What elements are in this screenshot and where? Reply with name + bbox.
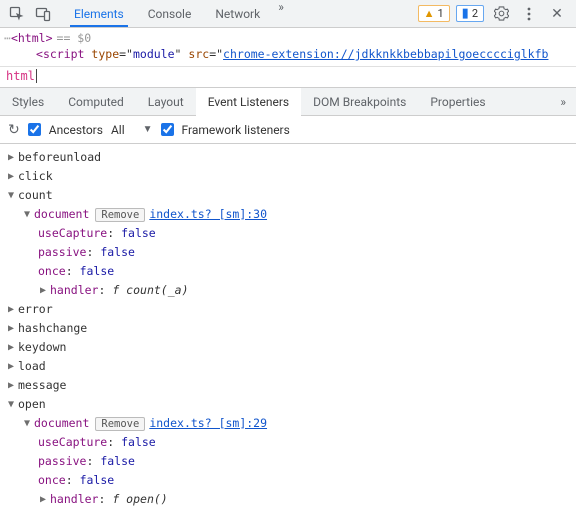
ellipsis-icon: ⋯ [4,30,11,46]
warnings-badge[interactable]: ▲ 1 [418,5,450,22]
tab-console[interactable]: Console [136,0,204,27]
listener-source-link[interactable]: index.ts? [sm]:29 [149,414,267,433]
event-node-hashchange[interactable]: ▶hashchange [6,319,570,338]
event-node-count[interactable]: ▼count [6,186,570,205]
tab-elements[interactable]: Elements [62,0,136,27]
listener-filter-dropdown[interactable]: All ▼ [111,123,153,137]
listener-source-link[interactable]: index.ts? [sm]:30 [149,205,267,224]
listener-prop: useCapture: false [6,433,570,452]
event-node-error[interactable]: ▶error [6,300,570,319]
listener-prop: useCapture: false [6,224,570,243]
device-toolbar-icon[interactable] [30,2,56,26]
dom-tree-source[interactable]: ⋯ <html> == $0 <script type="module" src… [0,28,576,67]
chevron-down-icon: ▼ [143,124,153,135]
more-tabs-icon[interactable]: » [272,0,290,27]
subtab-event-listeners[interactable]: Event Listeners [196,88,301,115]
warnings-count: 1 [437,7,443,20]
message-icon: ▮ [462,7,469,20]
listener-prop: passive: false [6,452,570,471]
listener-handler[interactable]: ▶handler: f open() [6,490,570,509]
listener-target-document[interactable]: ▼document Remove index.ts? [sm]:29 [6,414,570,433]
close-devtools-icon[interactable]: ✕ [546,2,568,26]
inspect-element-icon[interactable] [4,2,30,26]
refresh-icon[interactable]: ↻ [8,122,20,138]
selected-node-indicator: == $0 [57,30,92,46]
messages-badge[interactable]: ▮ 2 [456,5,484,22]
listener-prop: once: false [6,471,570,490]
settings-gear-icon[interactable] [490,2,512,26]
event-node-beforeunload[interactable]: ▶beforeunload [6,148,570,167]
event-node-click[interactable]: ▶click [6,167,570,186]
ancestors-label: Ancestors [49,123,103,137]
subtab-computed[interactable]: Computed [56,88,136,115]
remove-listener-button[interactable]: Remove [95,208,145,222]
listener-prop: once: false [6,262,570,281]
toolbar-right: ▲ 1 ▮ 2 ✕ [418,2,572,26]
event-node-load[interactable]: ▶load [6,357,570,376]
event-listeners-tree: ▶beforeunload ▶click ▼count ▼document Re… [0,144,576,513]
subtab-styles[interactable]: Styles [0,88,56,115]
framework-listeners-label: Framework listeners [182,123,290,137]
remove-listener-button[interactable]: Remove [95,417,145,431]
devtools-panel-tabs: Elements Console Network » [62,0,418,27]
selector-text: html [6,69,37,83]
breadcrumb-selector[interactable]: html [0,67,576,88]
more-options-icon[interactable] [518,2,540,26]
subtab-properties[interactable]: Properties [418,88,497,115]
event-node-keydown[interactable]: ▶keydown [6,338,570,357]
devtools-top-toolbar: Elements Console Network » ▲ 1 ▮ 2 ✕ [0,0,576,28]
warning-icon: ▲ [424,7,435,20]
subtab-layout[interactable]: Layout [136,88,196,115]
subtab-dom-breakpoints[interactable]: DOM Breakpoints [301,88,418,115]
listener-target-document[interactable]: ▼document Remove index.ts? [sm]:30 [6,205,570,224]
framework-listeners-checkbox[interactable] [161,123,174,136]
messages-count: 2 [472,7,478,20]
listener-handler[interactable]: ▶handler: f count(_a) [6,281,570,300]
listener-prop: passive: false [6,243,570,262]
more-subtabs-icon[interactable]: » [550,95,576,109]
ancestors-checkbox[interactable] [28,123,41,136]
tab-network[interactable]: Network [203,0,272,27]
event-node-open[interactable]: ▼open [6,395,570,414]
elements-sidebar-tabs: Styles Computed Layout Event Listeners D… [0,88,576,116]
event-listeners-toolbar: ↻ Ancestors All ▼ Framework listeners [0,116,576,144]
event-node-message[interactable]: ▶message [6,376,570,395]
